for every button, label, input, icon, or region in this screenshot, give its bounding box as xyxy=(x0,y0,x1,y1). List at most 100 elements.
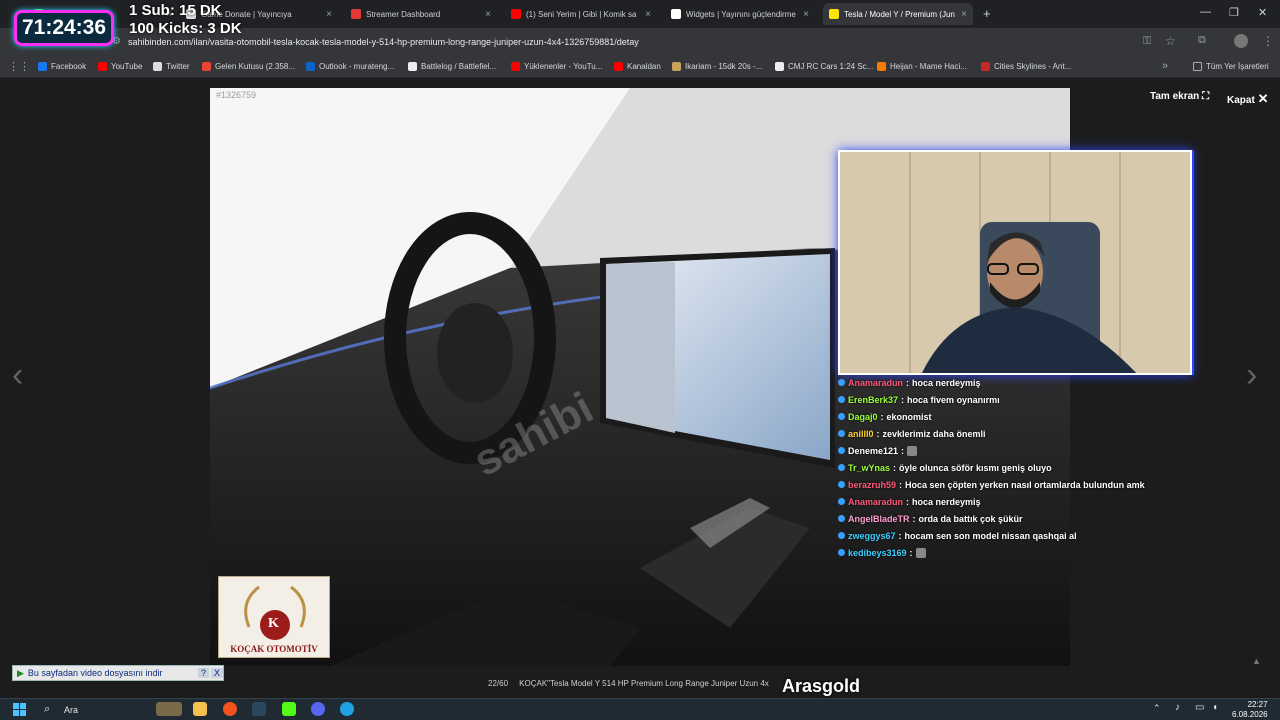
widget-image[interactable] xyxy=(156,702,182,716)
close-viewer-button[interactable]: Kapat ✕ xyxy=(1227,91,1268,107)
close-tab-icon[interactable]: × xyxy=(803,9,809,20)
chat-username[interactable]: ErenBerk37 xyxy=(848,395,898,405)
windows-start-icon[interactable] xyxy=(13,703,27,716)
chat-username[interactable]: kedibeys3169 xyxy=(848,548,907,558)
tab-favicon-icon xyxy=(351,9,361,19)
tab-favicon-icon xyxy=(829,9,839,19)
chat-text: öyle olunca söför kısmı geniş oluyo xyxy=(899,462,1052,473)
close-tab-icon[interactable]: × xyxy=(326,9,332,20)
bookmark-item[interactable]: CMJ RC Cars 1:24 Sc... xyxy=(775,62,873,71)
chat-username[interactable]: anilll0 xyxy=(848,429,874,439)
chat-badge-icon xyxy=(838,464,845,471)
chat-text: zevklerimiz daha önemli xyxy=(882,428,986,439)
bookmark-item[interactable]: Battlelog / Battlefiel... xyxy=(408,62,496,71)
bookmark-item[interactable]: Cities Skylines - Ant... xyxy=(981,62,1071,71)
profile-avatar[interactable] xyxy=(1234,34,1248,48)
close-window-button[interactable]: ✕ xyxy=(1258,6,1267,19)
bookmark-item[interactable]: Kanaldan xyxy=(614,62,661,71)
chat-username[interactable]: zweggys67 xyxy=(848,531,896,541)
chat-username[interactable]: Tr_wYnas xyxy=(848,463,890,473)
microphone-icon[interactable]: ♪ xyxy=(1175,702,1180,713)
chat-badge-icon xyxy=(838,515,845,522)
chat-message: Dagaj0: ekonomist xyxy=(838,408,1168,425)
emote-icon xyxy=(915,547,926,558)
browser-tab[interactable]: Widgets | Yayınını güçlendirme × xyxy=(665,3,815,25)
chat-username[interactable]: Anamaradun xyxy=(848,378,903,388)
help-button[interactable]: ? xyxy=(197,668,209,678)
taskbar-search[interactable]: Ara xyxy=(64,705,78,715)
clock[interactable]: 22:27 6.08.2026 xyxy=(1232,700,1268,720)
bookmark-item[interactable]: Heijan - Mame Haci... xyxy=(877,62,967,71)
extensions-icon[interactable]: ⧉ xyxy=(1198,34,1206,47)
chat-username[interactable]: AngelBladeTR xyxy=(848,514,910,524)
fullscreen-icon: ⛶ xyxy=(1202,91,1210,102)
volume-icon[interactable]: ◖ xyxy=(1212,702,1218,713)
scroll-top-icon[interactable]: ▲ xyxy=(1252,656,1261,666)
menu-icon[interactable]: ⋮ xyxy=(1262,34,1274,48)
emote-icon xyxy=(907,445,918,456)
stream-timer: 71:24:36 xyxy=(14,10,114,46)
kick-icon[interactable] xyxy=(282,702,296,716)
chat-message: ErenBerk37: hoca fivem oynanırmı xyxy=(838,391,1168,408)
bookmark-item[interactable]: Twitter xyxy=(153,62,190,71)
video-download-bar[interactable]: ▶ Bu sayfadan video dosyasını indir ? X xyxy=(12,665,224,681)
chat-badge-icon xyxy=(838,430,845,437)
search-icon[interactable]: ⌕ xyxy=(44,703,50,716)
listing-id: #1326759 xyxy=(216,90,257,100)
chat-message: kedibeys3169: xyxy=(838,544,1168,561)
network-icon[interactable]: ▭ xyxy=(1195,702,1204,713)
stream-chat: Anamaradun: hoca nerdeymiş ErenBerk37: hoca… xyxy=(838,374,1168,561)
chat-badge-icon xyxy=(838,549,845,556)
url-field[interactable]: sahibinden.com/ilan/vasita-otomobil-tesl… xyxy=(128,37,639,47)
chat-username[interactable]: Deneme121 xyxy=(848,446,898,456)
bookmark-item[interactable]: Outlook - murateng... xyxy=(306,62,394,71)
close-tab-icon[interactable]: × xyxy=(645,9,651,20)
bookmark-favicon-icon xyxy=(672,62,681,71)
bookmark-label: Battlelog / Battlefiel... xyxy=(421,62,497,71)
chat-badge-icon xyxy=(838,532,845,539)
bookmark-item[interactable]: Ikariam - 15dk 20s -... xyxy=(672,62,762,71)
chat-username[interactable]: Dagaj0 xyxy=(848,412,878,422)
chat-message: Anamaradun: hoca nerdeymiş xyxy=(838,374,1168,391)
chrome-icon[interactable] xyxy=(223,702,237,716)
browser-tab[interactable]: (1) Seni Yerim | Gibi | Komik sa × xyxy=(505,3,657,25)
bookmark-label: Ikariam - 15dk 20s -... xyxy=(685,62,763,71)
webcam-illustration xyxy=(840,152,1190,373)
key-icon[interactable]: ⚿ xyxy=(1143,35,1151,48)
tab-label: Tesla / Model Y / Premium (Jun xyxy=(844,9,955,19)
bookmark-favicon-icon xyxy=(614,62,623,71)
bookmark-label: Kanaldan xyxy=(627,62,661,71)
bookmark-star-icon[interactable]: ☆ xyxy=(1165,34,1176,48)
bookmark-item[interactable]: Facebook xyxy=(38,62,86,71)
tray-chevron-icon[interactable]: ⌃ xyxy=(1153,703,1161,714)
bookmark-item[interactable]: Yüklenenler - YouTu... xyxy=(511,62,602,71)
next-arrow-icon[interactable]: › xyxy=(1246,356,1257,395)
new-tab-button[interactable]: + xyxy=(983,6,991,21)
bookmark-label: Gelen Kutusu (2.358... xyxy=(215,62,296,71)
browser-tab[interactable]: Tesla / Model Y / Premium (Jun × xyxy=(823,3,973,25)
chat-badge-icon xyxy=(838,396,845,403)
chat-username[interactable]: berazruh59 xyxy=(848,480,896,490)
steam-icon[interactable] xyxy=(252,702,266,716)
chat-text: hoca fivem oynanırmı xyxy=(907,394,1000,405)
close-tab-icon[interactable]: × xyxy=(961,9,967,20)
apps-grid-icon[interactable]: ⋮⋮ xyxy=(8,60,30,73)
prev-arrow-icon[interactable]: ‹ xyxy=(12,356,23,395)
minimize-button[interactable]: — xyxy=(1200,6,1211,18)
more-bookmarks-icon[interactable]: » xyxy=(1162,60,1168,72)
edge-icon[interactable] xyxy=(340,702,354,716)
chat-message: anilll0: zevklerimiz daha önemli xyxy=(838,425,1168,442)
bookmark-item[interactable]: Gelen Kutusu (2.358... xyxy=(202,62,295,71)
bookmark-label: Twitter xyxy=(166,62,190,71)
browser-tab[interactable]: Streamer Dashboard × xyxy=(345,3,497,25)
restore-button[interactable]: ❐ xyxy=(1229,6,1239,19)
close-download-bar-button[interactable]: X xyxy=(210,668,223,678)
chat-username[interactable]: Anamaradun xyxy=(848,497,903,507)
file-explorer-icon[interactable] xyxy=(193,702,207,716)
close-tab-icon[interactable]: × xyxy=(485,9,491,20)
fullscreen-button[interactable]: Tam ekran ⛶ xyxy=(1150,91,1209,102)
bookmark-item[interactable]: YouTube xyxy=(98,62,142,71)
bookmark-favicon-icon xyxy=(877,62,886,71)
discord-icon[interactable] xyxy=(311,702,325,716)
all-bookmarks[interactable]: Tüm Yer İşaretleri xyxy=(1193,62,1269,71)
